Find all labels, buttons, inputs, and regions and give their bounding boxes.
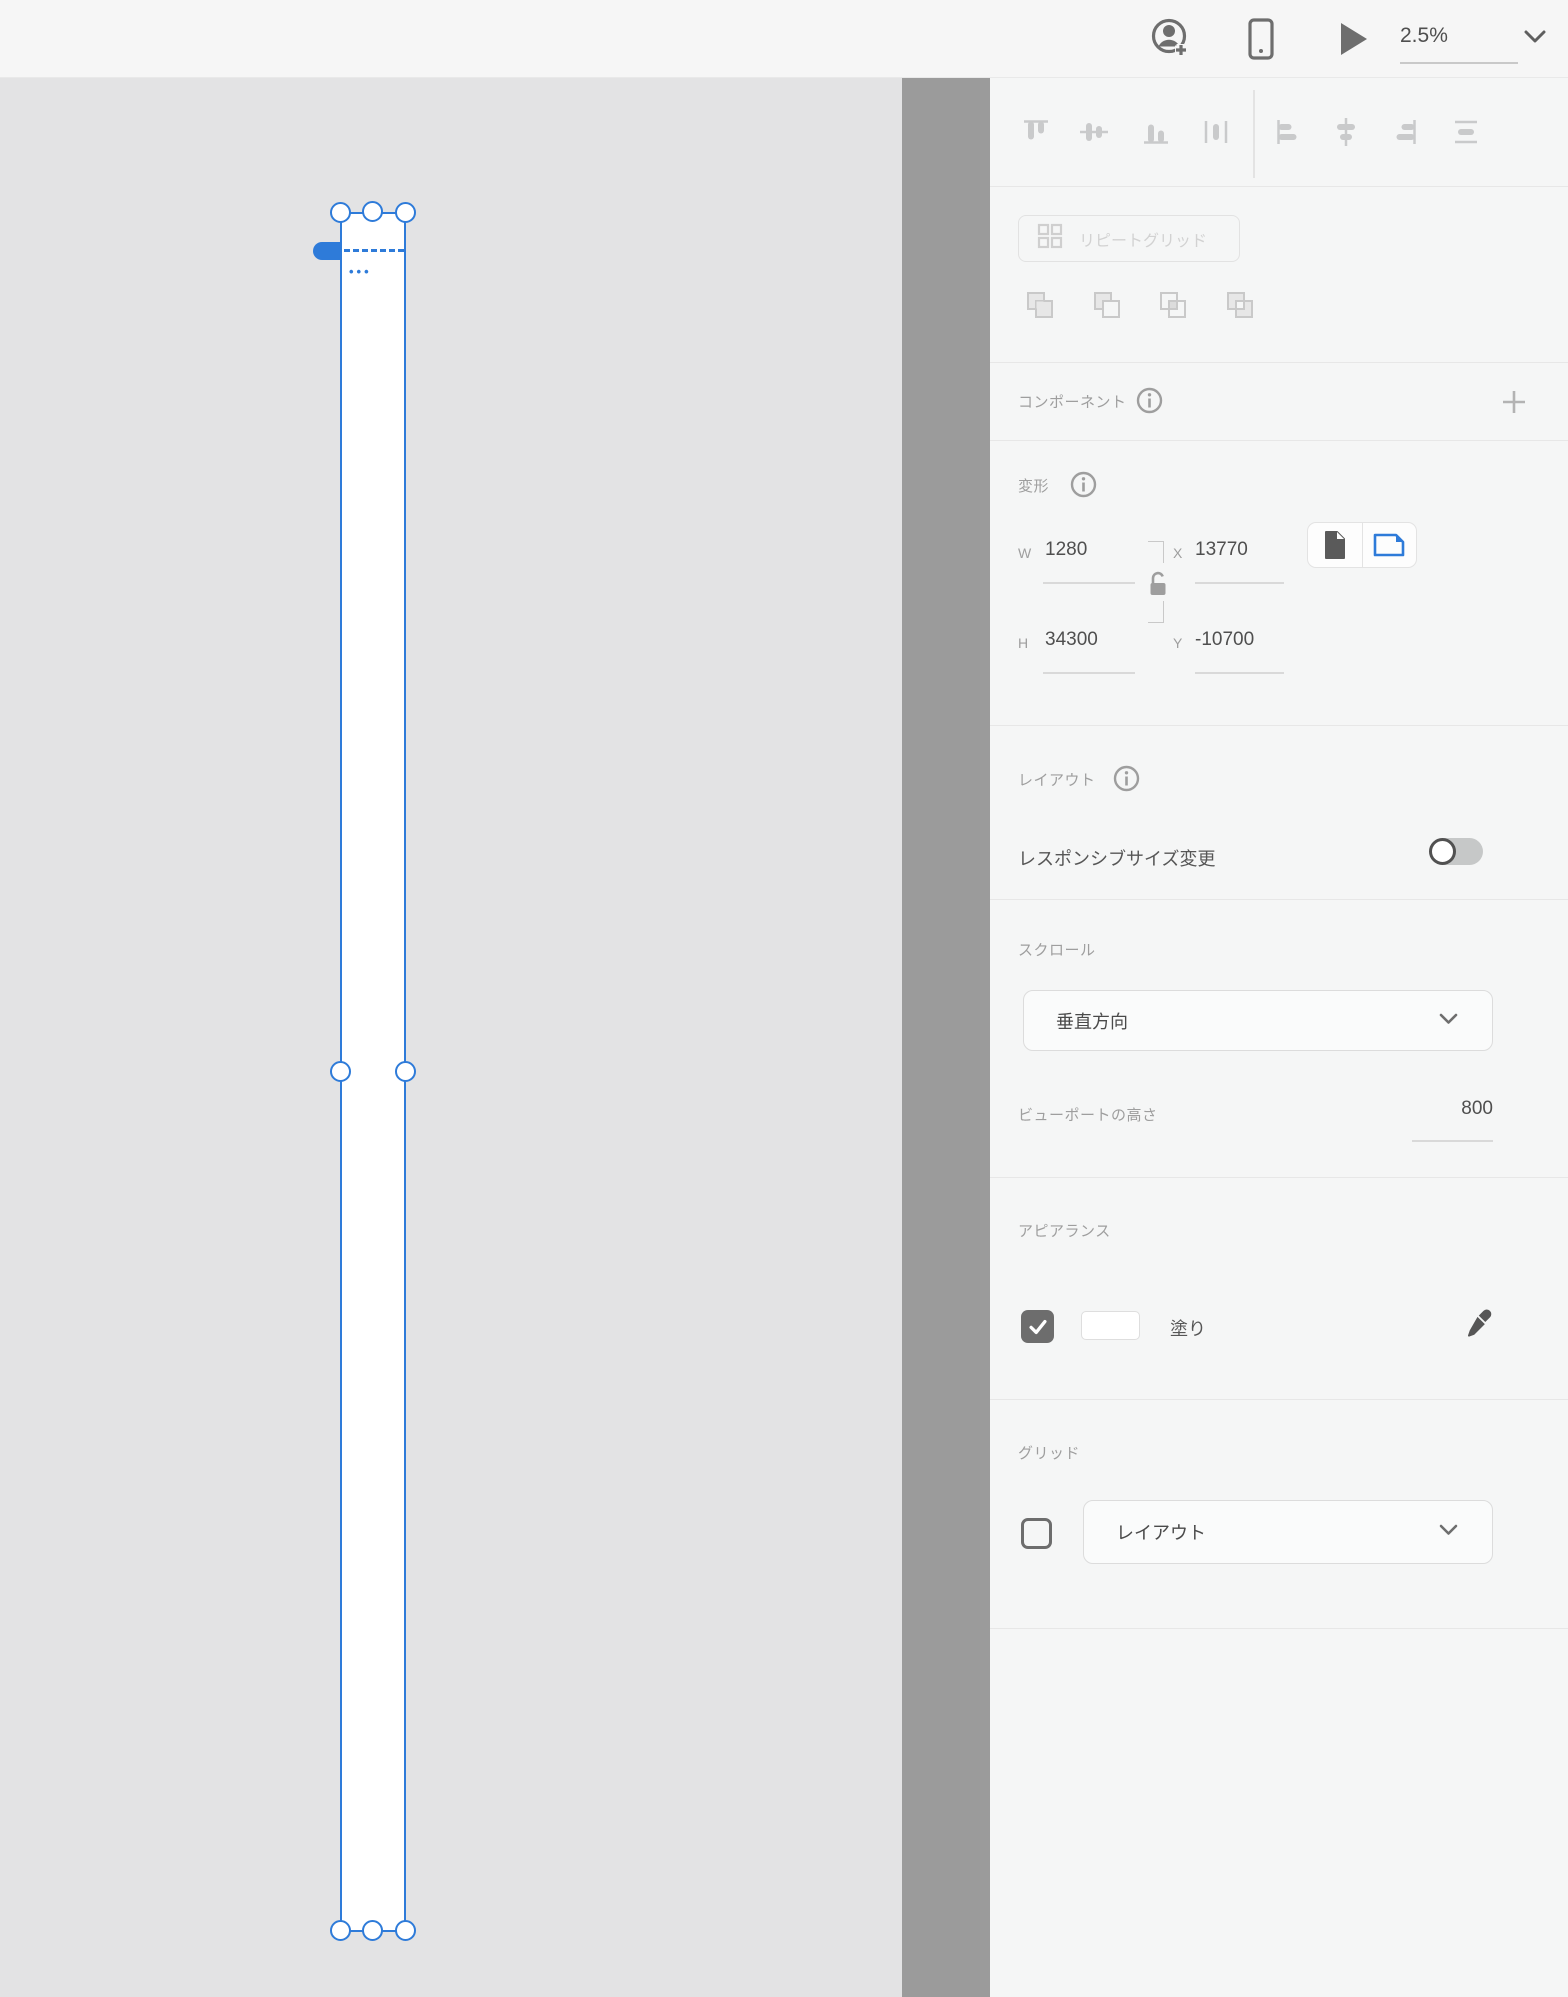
selection-handle-middle-left[interactable] — [330, 1061, 351, 1082]
selection-handle-bottom-middle[interactable] — [362, 1920, 383, 1941]
grid-section-label: グリッド — [1018, 1445, 1081, 1462]
repeat-grid-button[interactable]: リピートグリッド — [1018, 215, 1240, 262]
x-field-label: X — [1173, 545, 1183, 561]
grid-type-dropdown[interactable]: レイアウト — [1083, 1500, 1493, 1564]
y-position-input[interactable] — [1195, 629, 1284, 651]
align-right-icon[interactable] — [1386, 114, 1422, 155]
section-grid: グリッド レイアウト — [990, 1400, 1568, 1629]
orientation-landscape-button[interactable] — [1361, 523, 1417, 567]
checkmark-icon — [1028, 1319, 1047, 1334]
orientation-segmented-control — [1307, 522, 1417, 568]
selection-handle-top-right[interactable] — [395, 202, 416, 223]
y-field-label: Y — [1173, 635, 1183, 651]
responsive-resize-label: レスポンシブサイズ変更 — [1018, 849, 1216, 869]
align-left-icon[interactable] — [1271, 114, 1307, 155]
component-info-icon[interactable] — [1136, 387, 1163, 419]
panel-empty-area — [990, 1629, 1568, 1997]
canvas-panel-gutter — [902, 78, 990, 1997]
align-bottom-icon[interactable] — [1138, 114, 1174, 155]
boolean-intersect-icon[interactable] — [1156, 288, 1190, 327]
height-input-underline — [1043, 672, 1135, 674]
zoom-level-value[interactable]: 2.5% — [1400, 24, 1448, 48]
transform-info-icon[interactable] — [1070, 471, 1097, 503]
artboard-scroll-tab[interactable] — [313, 242, 342, 260]
fill-color-swatch[interactable] — [1081, 1311, 1140, 1340]
add-component-icon[interactable] — [1499, 387, 1529, 422]
align-top-icon[interactable] — [1018, 114, 1054, 155]
align-middle-vertical-icon[interactable] — [1076, 114, 1112, 155]
grid-enabled-checkbox[interactable] — [1021, 1518, 1052, 1549]
x-input-underline — [1195, 582, 1284, 584]
section-component: コンポーネント — [990, 363, 1568, 441]
selection-handle-middle-right[interactable] — [395, 1061, 416, 1082]
boolean-subtract-icon[interactable] — [1090, 288, 1124, 327]
width-field-label: W — [1018, 545, 1032, 561]
play-icon[interactable] — [1338, 21, 1370, 62]
selection-handle-top-left[interactable] — [330, 202, 351, 223]
height-field-label: H — [1018, 635, 1029, 651]
alignment-group-divider — [1253, 90, 1255, 178]
repeat-grid-icon — [1036, 222, 1064, 255]
x-position-input[interactable] — [1195, 539, 1284, 561]
scroll-direction-value: 垂直方向 — [1056, 1011, 1128, 1032]
viewport-height-label: ビューポートの高さ — [1018, 1107, 1158, 1124]
section-layout: レイアウト レスポンシブサイズ変更 — [990, 726, 1568, 900]
zoom-level-underline — [1400, 62, 1518, 64]
layout-info-icon[interactable] — [1113, 765, 1140, 797]
boolean-exclude-overlap-icon[interactable] — [1223, 288, 1257, 327]
fill-label: 塗り — [1170, 1319, 1206, 1339]
fill-enabled-checkbox[interactable] — [1021, 1310, 1054, 1343]
artboard-title-ellipsis[interactable]: ••• — [349, 264, 372, 279]
viewport-height-input[interactable] — [1412, 1098, 1493, 1120]
responsive-resize-toggle[interactable] — [1429, 838, 1483, 865]
section-appearance: アピアランス 塗り — [990, 1178, 1568, 1400]
landscape-page-icon — [1373, 533, 1405, 557]
transform-section-label: 変形 — [1018, 478, 1050, 495]
boolean-add-icon[interactable] — [1023, 288, 1057, 327]
section-repeat-grid: リピートグリッド — [990, 187, 1568, 363]
section-scroll: スクロール 垂直方向 ビューポートの高さ — [990, 900, 1568, 1178]
repeat-grid-label: リピートグリッド — [1079, 232, 1208, 250]
distribute-horizontal-icon[interactable] — [1198, 114, 1234, 155]
component-section-label: コンポーネント — [1018, 394, 1127, 411]
viewport-height-dashed-line — [344, 249, 404, 252]
aspect-lock-bracket-top — [1148, 541, 1164, 563]
section-transform: 変形 W X H Y — [990, 441, 1568, 726]
chevron-down-icon — [1439, 1523, 1458, 1541]
orientation-portrait-button[interactable] — [1308, 523, 1362, 567]
viewport-height-underline — [1412, 1140, 1493, 1142]
height-input[interactable] — [1045, 629, 1130, 651]
property-panel: リピートグリッド コンポーネント 変形 W 1280 X 13770 H 343… — [990, 78, 1568, 1997]
appearance-section-label: アピアランス — [1018, 1223, 1111, 1240]
width-input-underline — [1043, 582, 1135, 584]
aspect-ratio-unlock-icon[interactable] — [1145, 568, 1171, 605]
add-user-icon[interactable] — [1148, 14, 1192, 67]
distribute-vertical-icon[interactable] — [1448, 114, 1484, 155]
section-alignment — [990, 78, 1568, 187]
scroll-direction-dropdown[interactable]: 垂直方向 — [1023, 990, 1493, 1051]
y-input-underline — [1195, 672, 1284, 674]
width-input[interactable] — [1045, 539, 1130, 561]
chevron-down-icon — [1439, 1012, 1458, 1030]
layout-section-label: レイアウト — [1018, 772, 1096, 789]
zoom-chevron-down-icon[interactable] — [1524, 30, 1546, 49]
device-preview-icon[interactable] — [1248, 18, 1274, 65]
toggle-knob — [1429, 838, 1456, 865]
selection-handle-bottom-left[interactable] — [330, 1920, 351, 1941]
scroll-section-label: スクロール — [1018, 942, 1096, 959]
xd-window: 2.5% ••• リピートグリッド コンポーネント 変形 W 1280 X 13… — [0, 0, 1568, 1997]
top-toolbar: 2.5% — [0, 0, 1568, 78]
selection-handle-bottom-right[interactable] — [395, 1920, 416, 1941]
align-center-horizontal-icon[interactable] — [1328, 114, 1364, 155]
selection-handle-top-middle[interactable] — [362, 201, 383, 222]
canvas[interactable]: ••• — [0, 78, 902, 1997]
grid-type-value: レイアウト — [1116, 1523, 1206, 1543]
portrait-page-icon — [1324, 531, 1345, 559]
eyedropper-icon[interactable] — [1462, 1306, 1496, 1345]
